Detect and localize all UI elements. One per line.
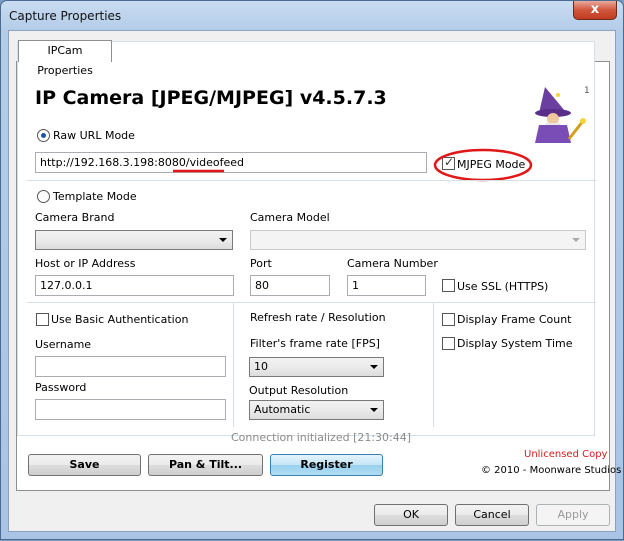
- chevron-down-icon: [370, 408, 378, 412]
- divider: [433, 303, 434, 427]
- fps-label: Filter's frame rate [FPS]: [250, 337, 380, 350]
- fps-value: 10: [254, 360, 268, 373]
- port-label: Port: [250, 257, 272, 270]
- page-title: IP Camera [JPEG/MJPEG] v4.5.7.3: [35, 87, 387, 109]
- resolution-value: Automatic: [254, 403, 311, 416]
- use-ssl-checkbox[interactable]: [442, 279, 455, 292]
- copyright-label: © 2010 - Moonware Studios: [481, 465, 622, 476]
- url-suffix: videofeed: [189, 156, 245, 169]
- chevron-down-icon: [370, 365, 378, 369]
- frame-count-label: Display Frame Count: [457, 313, 572, 326]
- ok-button[interactable]: OK: [374, 504, 448, 526]
- divider: [233, 303, 234, 427]
- url-prefix: http://192.168.3.198:8080/: [40, 156, 190, 169]
- camera-number-label: Camera Number: [347, 257, 438, 270]
- chevron-down-icon: [219, 238, 227, 242]
- register-button[interactable]: Register: [270, 454, 383, 476]
- close-button[interactable]: x: [573, 1, 617, 20]
- chevron-down-icon: [572, 238, 580, 242]
- resolution-label: Output Resolution: [249, 384, 349, 397]
- password-label: Password: [35, 381, 87, 394]
- raw-url-mode-label: Raw URL Mode: [53, 129, 135, 142]
- system-time-checkbox[interactable]: [442, 337, 455, 350]
- mjpeg-mode-checkbox[interactable]: ✓: [442, 155, 455, 170]
- fps-select[interactable]: 10: [249, 357, 384, 377]
- refresh-section-label: Refresh rate / Resolution: [250, 311, 386, 324]
- system-time-label: Display System Time: [457, 337, 573, 350]
- basic-auth-checkbox[interactable]: [36, 313, 49, 326]
- basic-auth-label: Use Basic Authentication: [51, 313, 189, 326]
- raw-url-mode-radio[interactable]: [37, 129, 50, 142]
- port-input[interactable]: 80: [250, 275, 330, 296]
- username-label: Username: [35, 338, 92, 351]
- template-mode-label: Template Mode: [53, 190, 137, 203]
- apply-button[interactable]: Apply: [536, 504, 610, 526]
- unlicensed-label: Unlicensed Copy: [524, 449, 608, 460]
- mjpeg-mode-label: MJPEG Mode: [457, 158, 526, 171]
- resolution-select[interactable]: Automatic: [249, 400, 384, 420]
- wizard-logo-icon: [535, 87, 586, 143]
- camera-model-select[interactable]: [250, 230, 586, 250]
- status-text: Connection initialized [21:30:44]: [231, 431, 412, 444]
- host-label: Host or IP Address: [35, 257, 136, 270]
- pan-tilt-button[interactable]: Pan & Tilt...: [148, 454, 263, 476]
- camera-number-input[interactable]: 1: [347, 275, 426, 296]
- url-input[interactable]: http://192.168.3.198:8080/videofeed: [35, 152, 427, 173]
- capture-properties-window: Capture Properties x IPCam Properties IP…: [0, 0, 624, 540]
- camera-brand-select[interactable]: [35, 230, 233, 250]
- cancel-button[interactable]: Cancel: [455, 504, 529, 526]
- use-ssl-label: Use SSL (HTTPS): [457, 280, 549, 293]
- host-input[interactable]: 127.0.0.1: [35, 275, 234, 296]
- tab-ipcam-properties[interactable]: IPCam Properties: [18, 40, 112, 77]
- camera-model-label: Camera Model: [250, 211, 330, 224]
- template-mode-radio[interactable]: [37, 190, 50, 203]
- window-title: Capture Properties: [9, 9, 122, 23]
- frame-count-checkbox[interactable]: [442, 313, 455, 326]
- save-button[interactable]: Save: [28, 454, 141, 476]
- username-input[interactable]: [35, 356, 226, 377]
- password-input[interactable]: [35, 399, 226, 420]
- divider: [27, 302, 596, 303]
- divider: [27, 180, 596, 181]
- camera-brand-label: Camera Brand: [35, 211, 115, 224]
